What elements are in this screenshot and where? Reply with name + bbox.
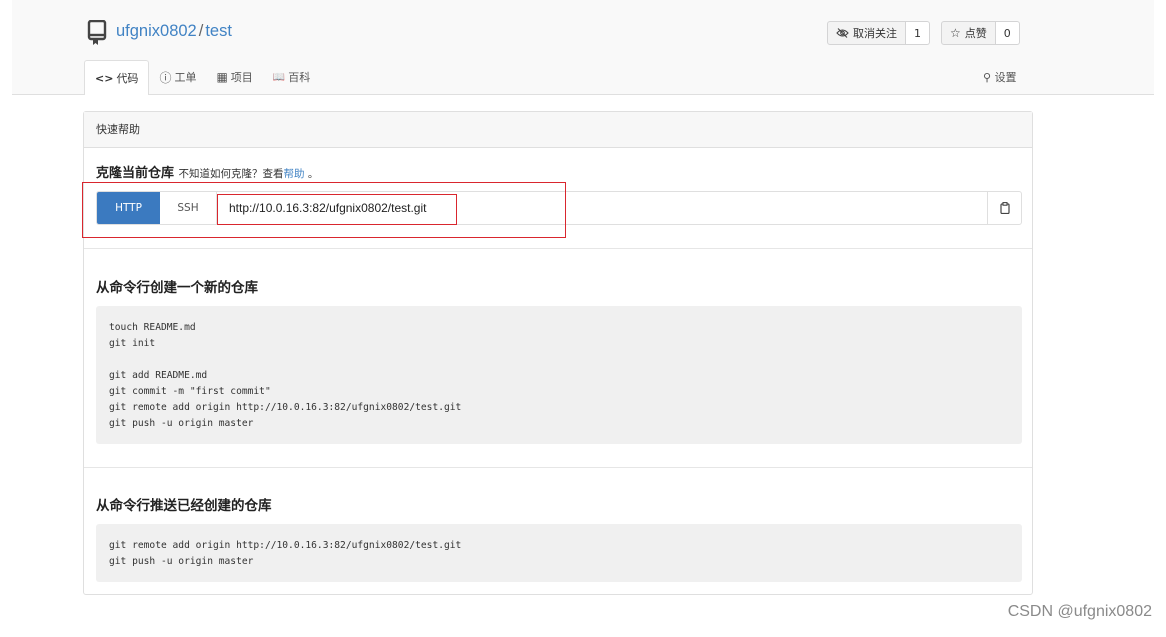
eye-slash-icon — [836, 28, 849, 38]
book-icon: 📖 — [272, 71, 286, 83]
clone-hint-suffix: 。 — [307, 168, 319, 180]
star-button-group: ☆ 点赞 0 — [941, 21, 1020, 45]
tab-code[interactable]: <> 代码 — [84, 60, 150, 95]
issue-icon: ⓘ — [159, 70, 172, 85]
repo-tabs: <> 代码 ⓘ 工单 ▦ 项目 📖 百科 — [84, 60, 320, 95]
settings-label: 设置 — [994, 71, 1017, 84]
existing-repo-code-block: git remote add origin http://10.0.16.3:8… — [96, 524, 1022, 582]
project-icon: ▦ — [216, 70, 228, 84]
tab-projects-label: 项目 — [230, 71, 253, 84]
divider — [84, 467, 1032, 468]
watermark: CSDN @ufgnix0802 — [1007, 603, 1152, 620]
help-link[interactable]: 帮助 — [284, 168, 305, 180]
new-repo-heading: 从命令行创建一个新的仓库 — [96, 280, 258, 296]
unwatch-button-group: 取消关注 1 — [827, 21, 930, 45]
settings-link[interactable]: ⚲ 设置 — [983, 69, 1017, 85]
tab-wiki-label: 百科 — [288, 71, 311, 84]
new-repo-code-block: touch README.md git init git add README.… — [96, 306, 1022, 444]
panel-title: 快速帮助 — [84, 112, 1032, 148]
copy-button[interactable] — [987, 192, 1021, 224]
tab-issues[interactable]: ⓘ 工单 — [149, 60, 206, 94]
clone-heading: 克隆当前仓库 — [96, 166, 175, 181]
divider — [84, 248, 1032, 249]
code-icon: <> — [95, 71, 114, 85]
clone-hint: 不知道如何克隆？查看帮助 。 — [179, 168, 319, 180]
tab-issues-label: 工单 — [174, 71, 197, 84]
star-button[interactable]: ☆ 点赞 — [941, 21, 996, 45]
unwatch-label: 取消关注 — [853, 27, 897, 40]
repo-title: ufgnix0802/test — [116, 22, 232, 41]
tools-icon: ⚲ — [983, 71, 992, 84]
clipboard-icon — [999, 202, 1010, 214]
clone-heading-row: 克隆当前仓库 不知道如何克隆？查看帮助 。 — [96, 162, 318, 181]
tab-wiki[interactable]: 📖 百科 — [263, 60, 320, 94]
watch-count[interactable]: 1 — [906, 21, 930, 45]
tab-projects[interactable]: ▦ 项目 — [206, 60, 262, 94]
star-label: 点赞 — [964, 27, 987, 40]
repo-icon — [87, 20, 107, 45]
unwatch-button[interactable]: 取消关注 — [827, 21, 906, 45]
star-count[interactable]: 0 — [995, 21, 1020, 45]
tab-code-label: 代码 — [116, 72, 139, 85]
repo-name-link[interactable]: test — [205, 22, 232, 40]
star-icon: ☆ — [950, 26, 961, 40]
repo-owner-link[interactable]: ufgnix0802 — [116, 22, 197, 40]
clone-hint-prefix: 不知道如何克隆？查看 — [178, 168, 284, 180]
highlight-box-url — [217, 194, 457, 225]
repo-separator: / — [198, 22, 204, 40]
existing-repo-heading: 从命令行推送已经创建的仓库 — [96, 498, 272, 514]
